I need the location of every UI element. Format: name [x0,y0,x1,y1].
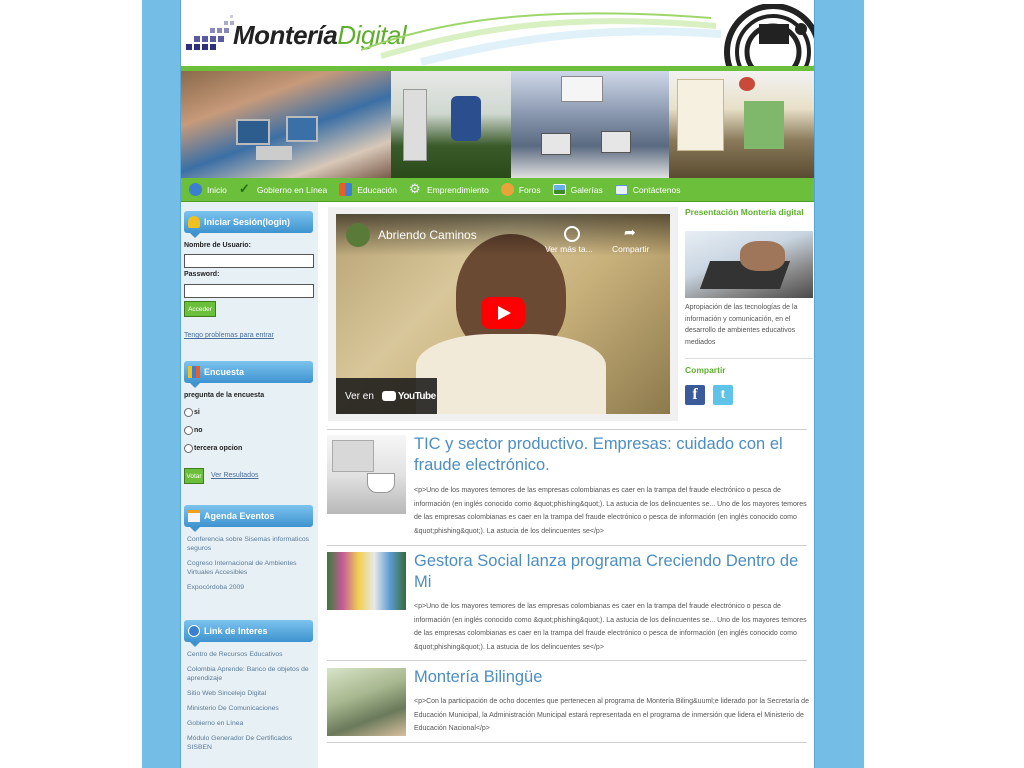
interest-link[interactable]: Sitio Web Sincelejo Digital [187,689,313,698]
presentation-title[interactable]: Presentación Montería digital [685,207,813,217]
presentation-divider [685,358,813,359]
presentation-image[interactable] [685,231,813,298]
header-photo-antenna [391,71,511,178]
site-header: MonteríaDigital [181,0,814,66]
logo-squares-icon [186,15,234,50]
checkmark-icon: ✓ [238,181,250,196]
poll-question: pregunta de la encuesta [184,392,265,399]
main-nav: Inicio ✓ Gobierno en Línea Educación ⚙ Emp… [181,178,814,202]
poll-option-tercera[interactable]: tercera opcion [184,444,242,453]
header-photo-children-laptops [181,71,391,178]
nav-item-gobierno-en-linea[interactable]: ✓ Gobierno en Línea [238,181,327,196]
agenda-item[interactable]: Cogreso Internacional de Ambientes Virtu… [187,559,313,577]
nav-item-inicio[interactable]: Inicio [189,183,227,196]
radio-icon[interactable] [184,426,193,435]
coffee-cup-shape [367,473,395,493]
gear-icon: ⚙ [408,181,421,196]
channel-avatar[interactable] [346,223,370,247]
nav-item-foros[interactable]: Foros [500,183,541,196]
agenda-item[interactable]: Conferencia sobre Sisemas informaticos s… [187,535,313,553]
interest-link[interactable]: Centro de Recursos Educativos [187,650,313,659]
poll-results-link[interactable]: Ver Resultados [211,472,258,479]
header-photo-classroom [511,71,669,178]
video-title[interactable]: Abriendo Caminos [378,228,477,242]
blocks-icon [339,183,353,196]
youtube-label: YouTube [397,390,436,402]
nav-item-contactenos[interactable]: Contáctenos [614,184,680,195]
interest-link[interactable]: Gobierno en Línea [187,719,313,728]
agenda-item[interactable]: Expocórdoba 2009 [187,583,313,592]
article-divider [327,429,807,430]
poll-option-si[interactable]: si [184,408,200,417]
hand-shape [740,241,785,271]
article-image[interactable] [327,435,406,514]
article-title[interactable]: Gestora Social lanza programa Creciendo … [414,551,809,593]
mail-icon [614,184,628,195]
people-icon [500,183,514,196]
article-divider [327,742,807,743]
agenda-header: Agenda Eventos [184,505,313,532]
share-label: Compartir [685,365,726,375]
twitter-icon[interactable]: t [713,385,733,405]
video-thumbnail-shirt [416,334,606,414]
links-header: Link de Interes [184,620,313,647]
right-border [814,0,864,768]
interest-link[interactable]: Colombia Aprende: Banco de objetos de ap… [187,665,313,683]
picture-icon [552,184,566,195]
city-seal-icon [724,4,814,66]
left-sidebar: Iniciar Sesión(login) Nombre de Usuario:… [181,202,318,768]
youtube-video-player[interactable]: Abriendo Caminos Ver más ta... ➦ Compart… [336,214,670,414]
poll-option-no[interactable]: no [184,426,203,435]
video-share-label[interactable]: Compartir [612,244,649,254]
watch-on-label: Ver en [345,390,374,402]
presentation-text: Apropiación de las tecnologías de la inf… [685,304,798,346]
password-input[interactable] [184,284,314,298]
share-arrow-icon[interactable]: ➦ [624,224,636,241]
header-photo-church [669,71,814,178]
bar-chart-icon [188,366,200,378]
laptop-shape [332,440,374,472]
article-divider [327,660,807,661]
article-body: <p>Con la participación de ocho docentes… [414,698,809,732]
nav-item-galerias[interactable]: Galerías [552,184,603,195]
page: MonteríaDigital Inicio ✓ Gobierno en Lín… [181,0,814,768]
login-problems-link[interactable]: Tengo problemas para entrar [184,332,274,339]
article-title[interactable]: Montería Bilingüe [414,667,809,688]
article-image[interactable] [327,552,406,610]
play-button[interactable] [481,297,525,329]
article-title[interactable]: TIC y sector productivo. Empresas: cuida… [414,434,809,476]
interest-link[interactable]: Módulo Generador De Certificados SISBEN [187,734,313,752]
article-body: <p>Uno de los mayores temores de las emp… [414,487,807,535]
globe-icon [189,183,202,196]
clock-icon[interactable] [564,226,580,242]
watch-on-youtube-button[interactable]: Ver en YouTube [336,378,437,414]
calendar-icon [188,510,200,522]
poll-vote-button[interactable]: Votar [184,468,204,484]
video-container: Abriendo Caminos Ver más ta... ➦ Compart… [328,207,678,421]
article-image[interactable] [327,668,406,736]
facebook-icon[interactable]: f [685,385,705,405]
header-swoosh-decoration [361,12,721,66]
password-label: Password: [184,271,220,278]
radio-icon[interactable] [184,444,193,453]
username-label: Nombre de Usuario: [184,242,251,249]
left-border [142,0,181,768]
login-header: Iniciar Sesión(login) [184,211,313,238]
username-input[interactable] [184,254,314,268]
youtube-logo-icon: YouTube [381,390,436,402]
article-divider [327,545,807,546]
login-submit-button[interactable]: Acceder [184,301,216,317]
link-globe-icon [188,625,200,637]
interest-link[interactable]: Ministerio De Comunicaciones [187,704,313,713]
radio-icon[interactable] [184,408,193,417]
article-body: <p>Uno de los mayores temores de las emp… [414,603,807,651]
poll-header: Encuesta [184,361,313,388]
nav-item-educacion[interactable]: Educación [339,183,397,196]
header-photo-strip [181,71,814,178]
user-icon [188,216,200,228]
nav-item-emprendimiento[interactable]: ⚙ Emprendimiento [408,181,489,196]
watch-later-label[interactable]: Ver más ta... [545,244,593,254]
